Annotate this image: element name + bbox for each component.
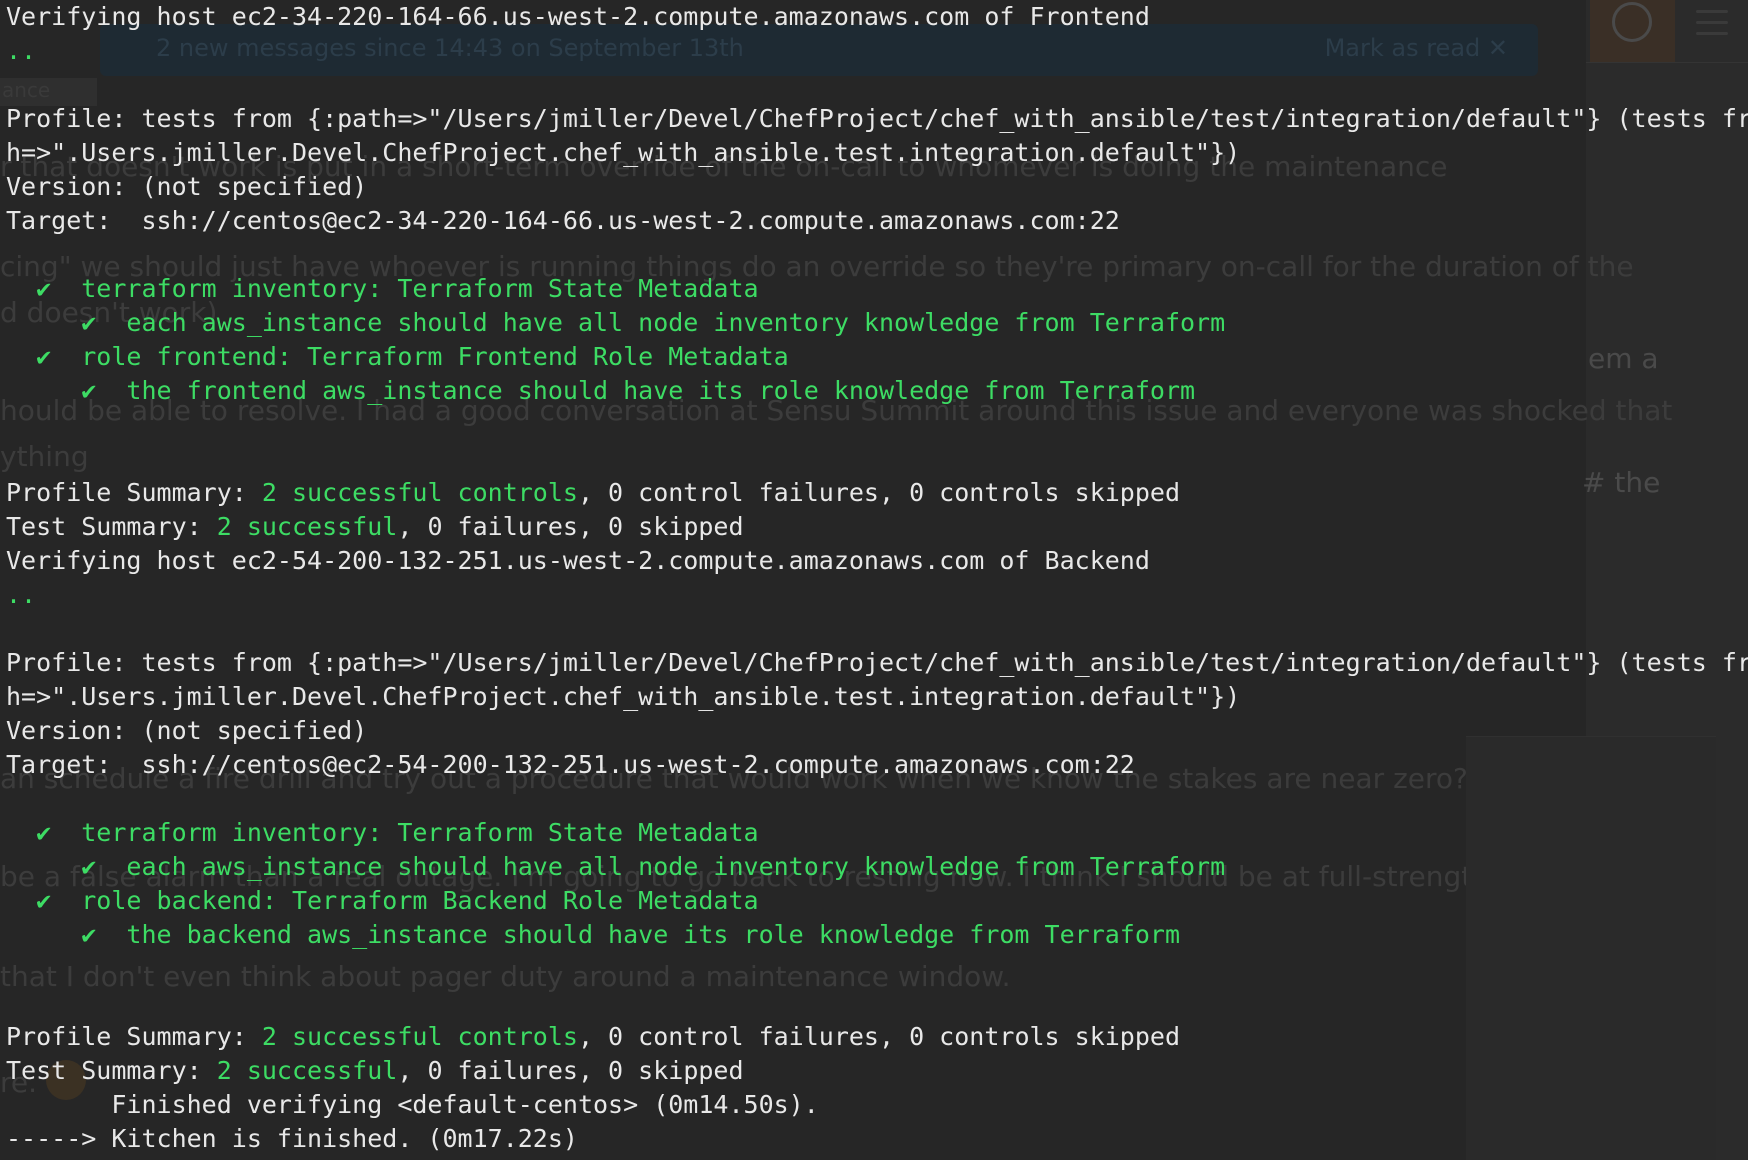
terminal-output: Verifying host ec2-34-220-164-66.us-west…	[0, 0, 1748, 1160]
terminal-text: Target: ssh://centos@ec2-34-220-164-66.u…	[6, 206, 1120, 235]
terminal-line: ✔ role frontend: Terraform Frontend Role…	[6, 340, 789, 374]
terminal-text-green: 2 successful controls	[261, 1022, 578, 1051]
terminal-text-green: 2 successful	[216, 1056, 398, 1085]
terminal-line: Target: ssh://centos@ec2-34-220-164-66.u…	[6, 204, 1120, 238]
terminal-line: Profile: tests from {:path=>"/Users/jmil…	[6, 102, 1748, 136]
terminal-text: Profile Summary:	[6, 478, 262, 507]
terminal-text: , 0 control failures, 0 controls skipped	[577, 478, 1181, 507]
terminal-text: -----> Kitchen is finished. (0m17.22s)	[6, 1124, 578, 1153]
terminal-text: Test Summary:	[6, 512, 217, 541]
terminal-line: Finished verifying <default-centos> (0m1…	[6, 1088, 819, 1122]
terminal-text-green: ..	[6, 36, 37, 65]
terminal-text-green: ✔ the backend aws_instance should have i…	[6, 920, 1180, 949]
terminal-text: Version: (not specified)	[6, 716, 368, 745]
terminal-line: -----> Kitchen is finished. (0m17.22s)	[6, 1122, 578, 1156]
terminal-text: Verifying host ec2-34-220-164-66.us-west…	[6, 2, 1150, 31]
terminal-line: ✔ the backend aws_instance should have i…	[6, 918, 1180, 952]
terminal-text: Finished verifying <default-centos> (0m1…	[6, 1090, 819, 1119]
terminal-text-green: ✔ role backend: Terraform Backend Role M…	[6, 886, 759, 915]
terminal-line: ..	[6, 578, 36, 612]
terminal-line: h=>".Users.jmiller.Devel.ChefProject.che…	[6, 136, 1240, 170]
terminal-line: Version: (not specified)	[6, 170, 367, 204]
terminal-text: h=>".Users.jmiller.Devel.ChefProject.che…	[6, 138, 1241, 167]
terminal-text-green: ..	[6, 580, 37, 609]
terminal-text-green: ✔ terraform inventory: Terraform State M…	[6, 818, 759, 847]
terminal-text: , 0 failures, 0 skipped	[397, 512, 744, 541]
terminal-text: Version: (not specified)	[6, 172, 368, 201]
terminal-text-green: ✔ each aws_instance should have all node…	[6, 852, 1226, 881]
terminal-line: Test Summary: 2 successful, 0 failures, …	[6, 510, 744, 544]
terminal-line: Target: ssh://centos@ec2-54-200-132-251.…	[6, 748, 1135, 782]
terminal-line: ..	[6, 34, 36, 68]
terminal-text: , 0 control failures, 0 controls skipped	[577, 1022, 1181, 1051]
terminal-line: h=>".Users.jmiller.Devel.ChefProject.che…	[6, 680, 1240, 714]
terminal-line: Test Summary: 2 successful, 0 failures, …	[6, 1054, 744, 1088]
terminal-text-green: ✔ each aws_instance should have all node…	[6, 308, 1226, 337]
terminal-text: h=>".Users.jmiller.Devel.ChefProject.che…	[6, 682, 1241, 711]
terminal-text-green: ✔ the frontend aws_instance should have …	[6, 376, 1196, 405]
terminal-text-green: 2 successful controls	[261, 478, 578, 507]
screen: 2 new messages since 14:43 on September …	[0, 0, 1748, 1160]
terminal-line: Version: (not specified)	[6, 714, 367, 748]
terminal-line: Verifying host ec2-34-220-164-66.us-west…	[6, 0, 1150, 34]
terminal-text-green: ✔ terraform inventory: Terraform State M…	[6, 274, 759, 303]
terminal-text: Target: ssh://centos@ec2-54-200-132-251.…	[6, 750, 1135, 779]
terminal-text: Profile Summary:	[6, 1022, 262, 1051]
terminal-text-green: ✔ role frontend: Terraform Frontend Role…	[6, 342, 789, 371]
terminal-line: Profile Summary: 2 successful controls, …	[6, 1020, 1180, 1054]
terminal-text: Profile: tests from {:path=>"/Users/jmil…	[6, 104, 1748, 133]
terminal-line: ✔ the frontend aws_instance should have …	[6, 374, 1195, 408]
terminal-line: ✔ role backend: Terraform Backend Role M…	[6, 884, 759, 918]
terminal-text-green: 2 successful	[216, 512, 398, 541]
terminal-text: Test Summary:	[6, 1056, 217, 1085]
terminal-text: Profile: tests from {:path=>"/Users/jmil…	[6, 648, 1748, 677]
terminal-line: ✔ each aws_instance should have all node…	[6, 850, 1225, 884]
terminal-text: , 0 failures, 0 skipped	[397, 1056, 744, 1085]
terminal-line: ✔ terraform inventory: Terraform State M…	[6, 816, 759, 850]
terminal-line: Profile Summary: 2 successful controls, …	[6, 476, 1180, 510]
terminal-text: Verifying host ec2-54-200-132-251.us-wes…	[6, 546, 1150, 575]
terminal-line: Verifying host ec2-54-200-132-251.us-wes…	[6, 544, 1150, 578]
terminal-line: ✔ each aws_instance should have all node…	[6, 306, 1225, 340]
terminal-line: ✔ terraform inventory: Terraform State M…	[6, 272, 759, 306]
terminal-line: Profile: tests from {:path=>"/Users/jmil…	[6, 646, 1748, 680]
